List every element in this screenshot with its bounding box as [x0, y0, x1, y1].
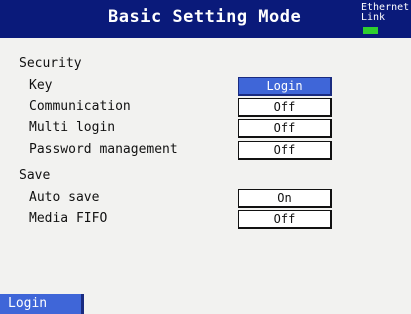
communication-value-box[interactable]: Off	[238, 98, 332, 117]
ethernet-status: Ethernet Link	[361, 3, 411, 23]
key-value-box[interactable]: Login	[238, 77, 332, 96]
link-label: Link	[361, 12, 386, 23]
media-fifo-value-box[interactable]: Off	[238, 210, 332, 229]
password-management-value-box[interactable]: Off	[238, 141, 332, 160]
section-heading-security: Security	[19, 56, 82, 71]
auto-save-value-box[interactable]: On	[238, 189, 332, 208]
title-bar: Basic Setting Mode Ethernet Link	[0, 0, 411, 38]
login-softkey-button[interactable]: Login	[0, 294, 84, 314]
multi-login-value-box[interactable]: Off	[238, 119, 332, 138]
key-label: Key	[29, 78, 53, 93]
section-heading-save: Save	[19, 168, 51, 183]
multi-login-label: Multi login	[29, 120, 116, 135]
auto-save-label: Auto save	[29, 190, 100, 205]
link-indicator-icon	[363, 27, 378, 34]
page-title: Basic Setting Mode	[108, 7, 302, 27]
communication-label: Communication	[29, 99, 131, 114]
media-fifo-label: Media FIFO	[29, 211, 108, 226]
password-management-label: Password management	[29, 142, 178, 157]
